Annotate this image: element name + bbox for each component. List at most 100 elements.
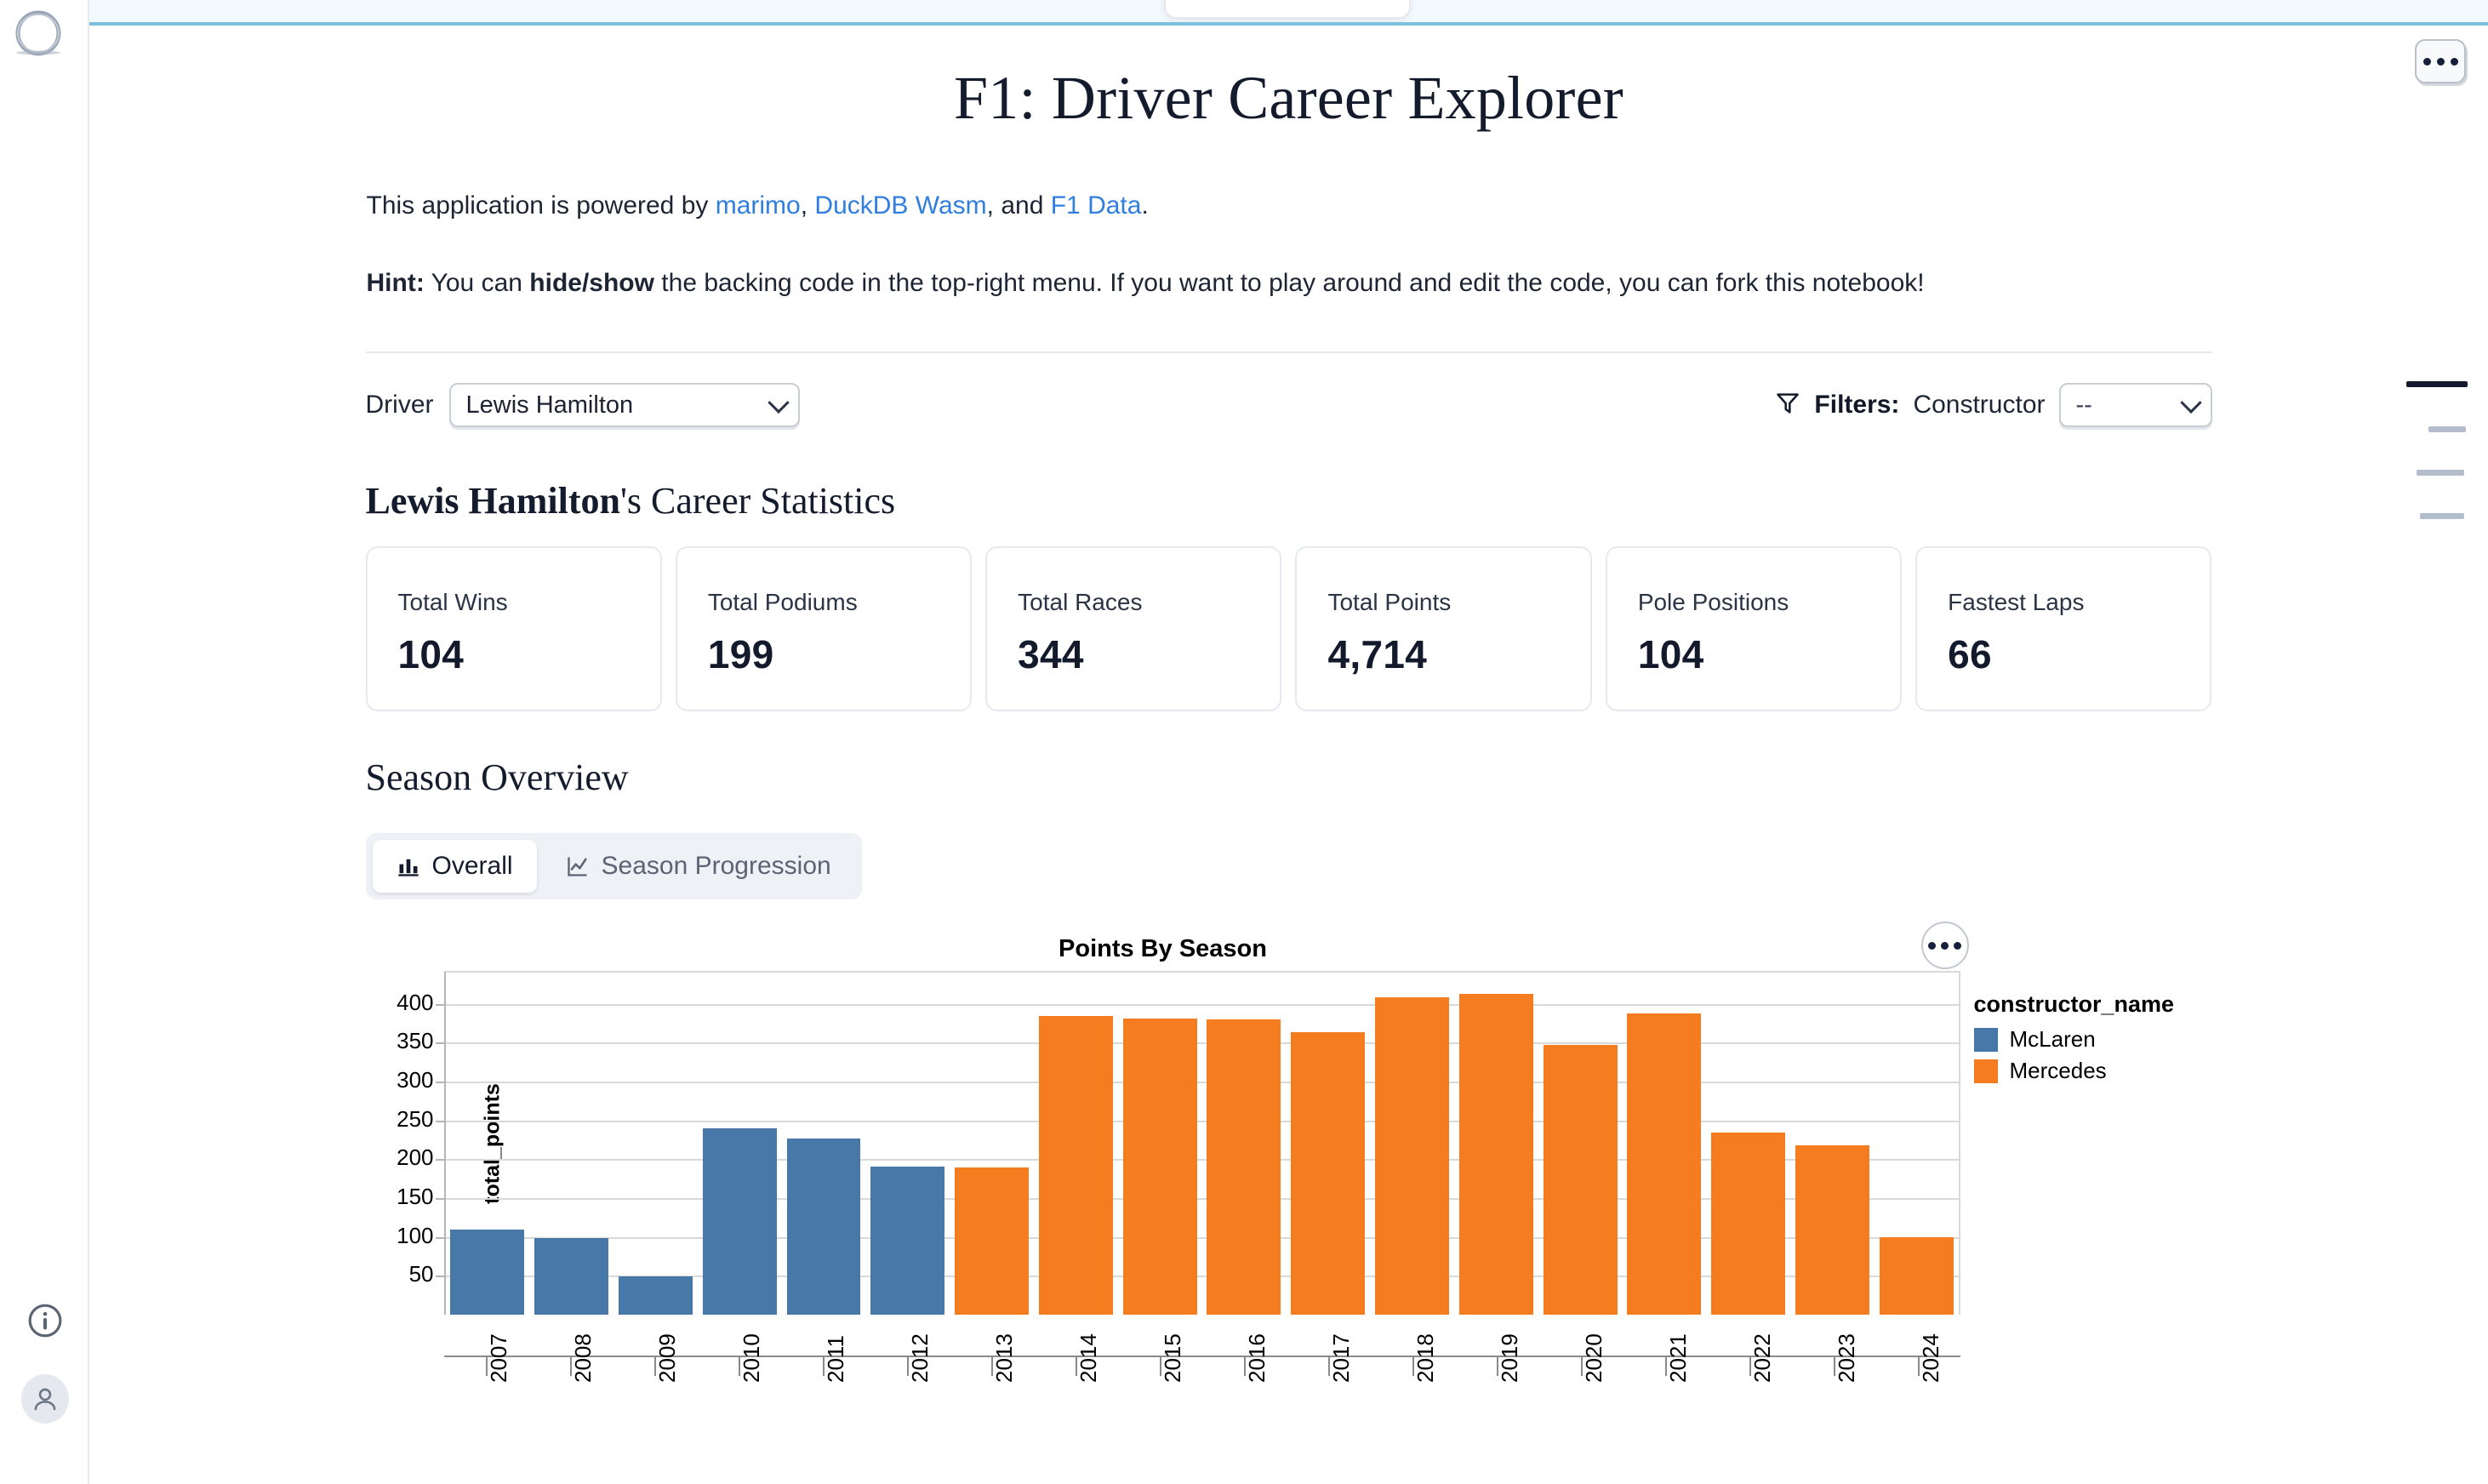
chart-x-tick: 2018: [1371, 1333, 1455, 1391]
info-circle-icon[interactable]: [21, 1297, 69, 1344]
stat-card-value: 199: [707, 632, 774, 676]
chart-y-tick-label: 400: [397, 989, 434, 1015]
marimo-circle-logo[interactable]: [12, 7, 65, 60]
chart-title: Points By Season: [1059, 935, 1267, 962]
chart-bar[interactable]: [870, 1167, 945, 1315]
chart-bar[interactable]: [1711, 1133, 1786, 1315]
chart-y-tick-mark: [435, 1197, 446, 1200]
driver-select[interactable]: Lewis Hamilton: [448, 383, 800, 427]
chart-x-tick-label: 2015: [1160, 1333, 1185, 1383]
chart-bar-cell: [698, 973, 782, 1315]
chart-bar-cell: [529, 973, 613, 1315]
chart-bar-cell: [1034, 973, 1118, 1315]
chart-y-tick-mark: [435, 1042, 446, 1045]
legend-title: constructor_name: [1973, 991, 2175, 1017]
link-duckdb-wasm[interactable]: DuckDB Wasm: [814, 191, 986, 220]
chart-bar[interactable]: [1795, 1144, 1869, 1315]
chart-bar[interactable]: [1879, 1236, 1954, 1315]
chart-x-tick: 2014: [1034, 1333, 1118, 1391]
stat-card-pole-positions: Pole Positions 104: [1605, 546, 1903, 711]
chart-x-tick-label: 2017: [1328, 1333, 1354, 1383]
chart-bar[interactable]: [534, 1238, 609, 1315]
constructor-select[interactable]: --: [2058, 383, 2212, 427]
left-rail: [0, 0, 89, 1484]
constructor-select-value: --: [2075, 391, 2092, 419]
chart-y-tick-mark: [435, 1003, 446, 1006]
chart-x-tick-label: 2020: [1581, 1333, 1606, 1383]
stat-card-label: Total Races: [1018, 589, 1143, 615]
chart-x-tick: 2013: [950, 1333, 1034, 1391]
stat-card-label: Fastest Laps: [1948, 589, 2085, 615]
constructor-label: Constructor: [1913, 391, 2046, 419]
chart-bar[interactable]: [702, 1127, 777, 1315]
career-statistics-driver-name: Lewis Hamilton: [365, 480, 620, 522]
funnel-filter-icon: [1775, 391, 1800, 420]
bar-chart-icon: [397, 854, 420, 878]
stat-card-label: Total Wins: [397, 589, 508, 615]
chart-x-tick-label: 2013: [991, 1333, 1017, 1383]
chart-bar[interactable]: [1543, 1044, 1618, 1315]
chart-bar-cell: [782, 973, 866, 1315]
chart-bar[interactable]: [1122, 1018, 1197, 1315]
stat-card-total-podiums: Total Podiums 199: [675, 546, 973, 711]
page-title: F1: Driver Career Explorer: [954, 64, 1623, 132]
chart-y-tick-label: 50: [408, 1261, 434, 1287]
chart-x-tick: 2022: [1708, 1333, 1792, 1391]
chart-x-tick: 2017: [1287, 1333, 1371, 1391]
chart-x-tick-label: 2007: [486, 1333, 511, 1383]
chart-bar-cell: [446, 973, 530, 1315]
chart-bar[interactable]: [786, 1138, 861, 1315]
legend-item-mercedes[interactable]: Mercedes: [1973, 1058, 2204, 1084]
chart-bar[interactable]: [1375, 997, 1449, 1315]
tab-season-progression[interactable]: Season Progression: [542, 840, 855, 893]
chart-x-tick-label: 2008: [570, 1333, 596, 1383]
season-overview-heading: Season Overview: [365, 756, 629, 798]
chart-bar[interactable]: [450, 1230, 525, 1315]
chart-bar-cell: [1706, 973, 1790, 1315]
chart-ellipsis-menu-icon[interactable]: [1920, 922, 1969, 969]
chart-x-tick: 2007: [444, 1333, 528, 1391]
chart-bar[interactable]: [618, 1276, 693, 1315]
chart-x-tick-label: 2012: [907, 1333, 933, 1383]
link-f1-data[interactable]: F1 Data: [1051, 191, 1142, 220]
chart-bar[interactable]: [1207, 1019, 1281, 1315]
stat-card-value: 104: [397, 632, 465, 676]
chart-bar[interactable]: [1458, 993, 1533, 1315]
legend-item-mclaren[interactable]: McLaren: [1973, 1026, 2204, 1053]
chart-bar-cell: [1538, 973, 1623, 1315]
stat-card-label: Pole Positions: [1637, 589, 1789, 615]
chart-bar[interactable]: [1038, 1016, 1113, 1315]
chart-bar-cell: [1370, 973, 1454, 1315]
stat-card-value: 344: [1018, 632, 1084, 676]
chart-x-tick-label: 2022: [1749, 1333, 1775, 1383]
chart-bar-cell: [950, 973, 1034, 1315]
chart-y-tick-label: 350: [397, 1028, 434, 1054]
chart-bar-cell: [1622, 973, 1706, 1315]
chart-bar-cell: [865, 973, 950, 1315]
chart-bar[interactable]: [1291, 1032, 1366, 1315]
chart-legend: constructor_name McLaren Mercedes: [1973, 991, 2204, 1089]
notebook-content: F1: Driver Career Explorer This applicat…: [89, 26, 2488, 1383]
chart-bar-cell: [1790, 973, 1875, 1315]
chart-x-tick-label: 2016: [1244, 1333, 1270, 1383]
stat-cards: Total Wins 104 Total Podiums 199 Total R…: [365, 546, 2212, 711]
chart-bar[interactable]: [955, 1167, 1030, 1315]
controls-row: Driver Lewis Hamilton Filters: Construct…: [366, 375, 2212, 435]
intro-sep-1: ,: [800, 191, 815, 220]
chart-x-tick-label: 2018: [1412, 1333, 1438, 1383]
chart-y-tick-mark: [435, 1120, 446, 1122]
chart-x-tick-label: 2009: [654, 1333, 680, 1383]
chart-bar[interactable]: [1627, 1013, 1702, 1315]
rail-bottom-group: [0, 1297, 89, 1453]
stat-card-value: 104: [1637, 632, 1704, 676]
legend-swatch: [1973, 1027, 1998, 1052]
floating-toolbar[interactable]: [1164, 0, 1411, 19]
chart-x-tick-label: 2010: [739, 1333, 764, 1383]
link-marimo[interactable]: marimo: [716, 191, 801, 220]
user-avatar-icon[interactable]: [20, 1374, 69, 1424]
hint-text-2: the backing code in the top-right menu. …: [653, 269, 1925, 297]
tab-overall[interactable]: Overall: [372, 840, 537, 893]
chart-x-tick-label: 2014: [1076, 1333, 1101, 1383]
stat-card-fastest-laps: Fastest Laps 66: [1915, 546, 2212, 711]
app-root: F1: Driver Career Explorer This applicat…: [0, 0, 2488, 1484]
